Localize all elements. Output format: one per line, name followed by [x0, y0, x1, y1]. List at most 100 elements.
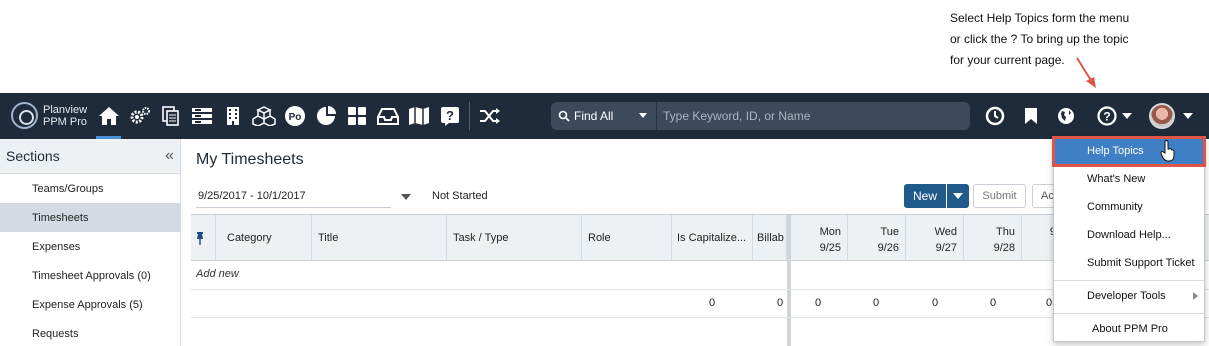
chevron-down-icon	[1183, 113, 1193, 119]
day-date: 9/28	[993, 242, 1015, 254]
globe-icon[interactable]	[1054, 93, 1078, 139]
submit-button[interactable]: Submit	[973, 184, 1026, 208]
timesheet-status: Not Started	[432, 190, 488, 202]
documents-icon[interactable]	[155, 93, 186, 139]
new-dropdown-button[interactable]	[947, 184, 969, 208]
menu-item-community[interactable]: Community	[1054, 193, 1204, 221]
menu-item-about[interactable]: About PPM Pro	[1054, 315, 1204, 343]
nav-divider	[469, 102, 470, 130]
brand-logo[interactable]: Planview PPM Pro	[11, 102, 87, 129]
callout-annotation: Select Help Topics form the menu or clic…	[950, 8, 1150, 71]
po-icon-label: Po	[288, 112, 301, 123]
chevron-right-icon	[1193, 292, 1198, 300]
home-icon[interactable]	[93, 93, 124, 139]
pie-chart-icon[interactable]	[310, 93, 341, 139]
brand-text: Planview PPM Pro	[43, 104, 87, 128]
col-category[interactable]: Category	[216, 215, 312, 261]
sidebar-title: Sections	[6, 148, 60, 164]
question-box-icon[interactable]: ?	[434, 93, 465, 139]
total-cell: 0	[873, 297, 880, 309]
sidebar-item-expense-approvals[interactable]: Expense Approvals (5)	[0, 290, 180, 319]
building-icon[interactable]	[217, 93, 248, 139]
menu-item-submit-support-ticket[interactable]: Submit Support Ticket	[1054, 249, 1204, 277]
pin-icon	[197, 232, 203, 245]
col-billable[interactable]: Billab	[753, 215, 787, 261]
brand-product: PPM Pro	[43, 115, 88, 128]
day-name: Wed	[934, 226, 957, 238]
day-date: 9/25	[819, 242, 841, 254]
avatar	[1149, 103, 1175, 129]
page-title: My Timesheets	[196, 151, 304, 168]
col-title[interactable]: Title	[312, 215, 447, 261]
total-cell: 0	[932, 297, 939, 309]
total-cell: 0	[709, 297, 716, 309]
map-icon[interactable]	[403, 93, 434, 139]
callout-line: for your current page.	[950, 53, 1065, 67]
user-menu-button[interactable]	[1146, 93, 1196, 139]
svg-text:?: ?	[1103, 110, 1110, 124]
day-date: 9/27	[935, 242, 957, 254]
day-name: Thu	[996, 226, 1015, 238]
grid-icon[interactable]	[341, 93, 372, 139]
collapse-sidebar-icon[interactable]: «	[165, 147, 174, 165]
nav-icon-bar: Po ?	[93, 93, 505, 139]
callout-arrow	[1076, 57, 1096, 88]
col-day-mon[interactable]: Mon 9/25	[791, 215, 848, 261]
sidebar-item-teams-groups[interactable]: Teams/Groups	[0, 174, 180, 203]
clock-icon[interactable]	[982, 93, 1008, 139]
shuffle-icon[interactable]	[474, 93, 505, 139]
highlight-box	[1052, 136, 1206, 167]
search-icon	[558, 110, 570, 122]
col-day-wed[interactable]: Wed 9/27	[906, 215, 964, 261]
sidebar-item-timesheet-approvals[interactable]: Timesheet Approvals (0)	[0, 261, 180, 290]
search-scope-select[interactable]: Find All	[551, 102, 657, 130]
menu-item-label: Developer Tools	[1087, 290, 1166, 302]
sidebar-header: Sections «	[0, 139, 180, 174]
new-button[interactable]: New	[904, 184, 946, 208]
menu-item-whats-new[interactable]: What's New	[1054, 165, 1204, 193]
boxes-icon[interactable]	[248, 93, 279, 139]
total-cell: 0	[777, 297, 784, 309]
sidebar-item-timesheets[interactable]: Timesheets	[0, 203, 180, 232]
chevron-down-icon[interactable]	[401, 194, 411, 200]
menu-item-download-help[interactable]: Download Help...	[1054, 221, 1204, 249]
col-day-tue[interactable]: Tue 9/26	[848, 215, 906, 261]
planview-logo-icon	[11, 102, 38, 129]
col-role[interactable]: Role	[582, 215, 672, 261]
svg-text:?: ?	[446, 108, 454, 123]
add-new-row[interactable]: Add new	[196, 268, 239, 280]
help-icon: ?	[1096, 106, 1117, 126]
sidebar-item-expenses[interactable]: Expenses	[0, 232, 180, 261]
total-cell: 0	[815, 297, 822, 309]
menu-divider	[1054, 313, 1204, 314]
total-cell: 0	[1046, 297, 1053, 309]
date-range-select[interactable]: 9/25/2017 - 10/1/2017	[196, 184, 391, 208]
grid-splitter[interactable]	[787, 215, 791, 346]
brand-name: Planview	[43, 103, 88, 116]
col-is-capitalized[interactable]: Is Capitalize...	[672, 215, 753, 261]
global-search: Find All	[551, 102, 970, 130]
chevron-down-icon	[953, 193, 963, 199]
day-name: Tue	[880, 226, 899, 238]
total-cell: 0	[990, 297, 997, 309]
search-scope-label: Find All	[574, 109, 614, 123]
sections-sidebar: Sections « Teams/Groups Timesheets Expen…	[0, 139, 181, 346]
bookmark-icon[interactable]	[1019, 93, 1043, 139]
gears-icon[interactable]	[124, 93, 155, 139]
chevron-down-icon	[1121, 113, 1132, 119]
pin-column[interactable]	[191, 215, 216, 261]
callout-line: or click the ? To bring up the topic	[950, 32, 1129, 46]
list-icon[interactable]	[186, 93, 217, 139]
hand-cursor-icon	[1160, 140, 1175, 162]
day-date: 9	[1022, 224, 1056, 240]
po-icon[interactable]: Po	[279, 93, 310, 139]
menu-item-developer-tools[interactable]: Developer Tools	[1054, 282, 1204, 310]
callout-line: Select Help Topics form the menu	[950, 11, 1130, 25]
col-task-type[interactable]: Task / Type	[447, 215, 582, 261]
help-menu-button[interactable]: ?	[1090, 93, 1138, 139]
top-nav-bar: Planview PPM Pro Po ? Find All Type Keyw…	[0, 93, 1209, 139]
inbox-icon[interactable]	[372, 93, 403, 139]
sidebar-item-requests[interactable]: Requests	[0, 319, 180, 346]
search-input[interactable]	[657, 102, 970, 130]
col-day-thu[interactable]: Thu 9/28	[964, 215, 1022, 261]
